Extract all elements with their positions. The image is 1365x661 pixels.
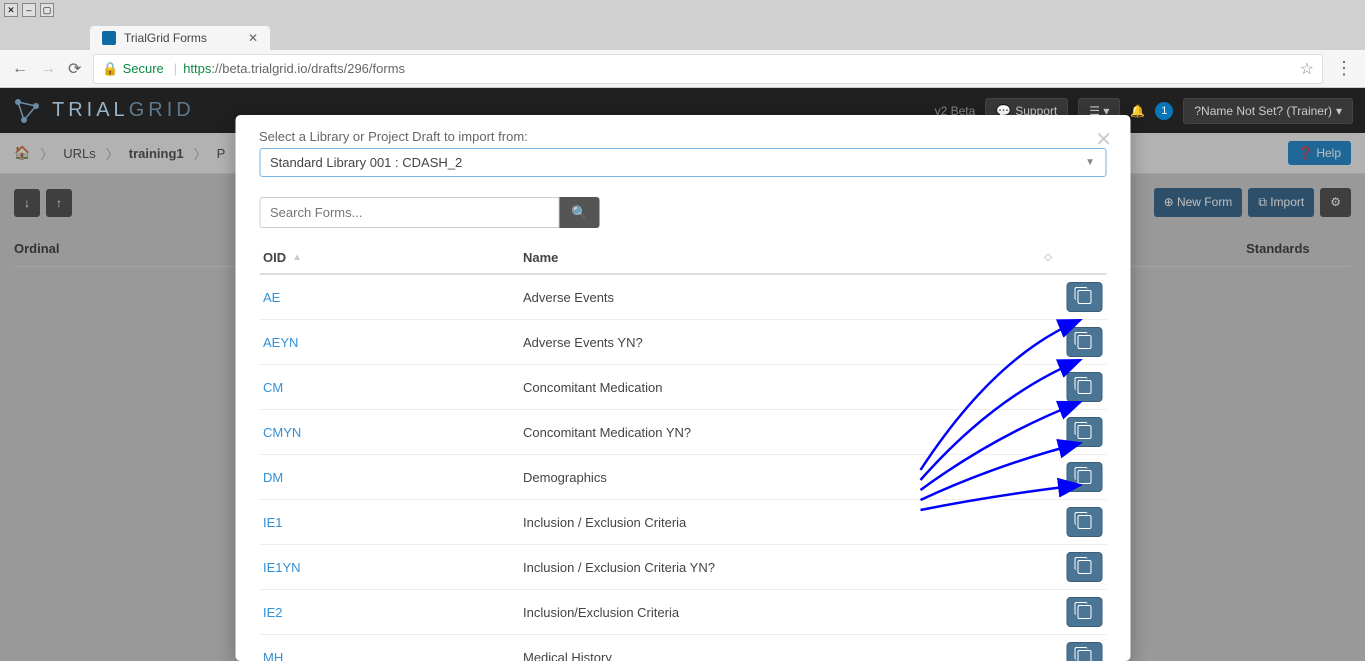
copy-form-button[interactable]	[1066, 372, 1102, 402]
copy-icon	[1077, 470, 1091, 484]
search-input[interactable]	[259, 197, 559, 228]
copy-form-button[interactable]	[1066, 282, 1102, 312]
form-oid-link[interactable]: CM	[263, 380, 283, 395]
import-modal: ✕ Select a Library or Project Draft to i…	[235, 115, 1130, 661]
copy-icon	[1077, 425, 1091, 439]
table-row: AEYN Adverse Events YN?	[259, 320, 1106, 365]
browser-tab[interactable]: TrialGrid Forms ✕	[90, 26, 270, 50]
chevron-down-icon: ▼	[1085, 157, 1095, 168]
col-name[interactable]: Name ◇	[523, 250, 1052, 265]
bell-icon[interactable]: 🔔	[1130, 104, 1145, 118]
table-row: AE Adverse Events	[259, 275, 1106, 320]
url-path: ://beta.trialgrid.io/drafts/296/forms	[211, 61, 405, 76]
form-oid-link[interactable]: AE	[263, 290, 280, 305]
table-row: IE2 Inclusion/Exclusion Criteria	[259, 590, 1106, 635]
copy-icon	[1077, 335, 1091, 349]
browser-url-bar: ← → ⟳ 🔒 Secure | https ://beta.trialgrid…	[0, 50, 1365, 88]
sort-asc-icon: ▲	[292, 252, 302, 263]
form-oid-link[interactable]: IE1YN	[263, 560, 301, 575]
reload-button[interactable]: ⟳	[68, 59, 81, 79]
tab-favicon-icon	[102, 31, 116, 45]
url-input[interactable]: 🔒 Secure | https ://beta.trialgrid.io/dr…	[93, 54, 1323, 84]
sort-icon: ◇	[1044, 252, 1052, 263]
copy-form-button[interactable]	[1066, 417, 1102, 447]
copy-icon	[1077, 560, 1091, 574]
copy-form-button[interactable]	[1066, 642, 1102, 661]
url-protocol: https	[183, 61, 211, 76]
form-name: Demographics	[523, 470, 1052, 485]
form-name: Concomitant Medication	[523, 380, 1052, 395]
form-oid-link[interactable]: IE1	[263, 515, 283, 530]
logo-text: TRIALGRID	[52, 99, 195, 122]
tab-title: TrialGrid Forms	[124, 31, 207, 45]
form-oid-link[interactable]: AEYN	[263, 335, 298, 350]
copy-form-button[interactable]	[1066, 552, 1102, 582]
window-close-icon[interactable]: ✕	[4, 3, 18, 17]
window-minimize-icon[interactable]: –	[22, 3, 36, 17]
copy-form-button[interactable]	[1066, 327, 1102, 357]
form-name: Adverse Events	[523, 290, 1052, 305]
table-row: CMYN Concomitant Medication YN?	[259, 410, 1106, 455]
form-name: Inclusion/Exclusion Criteria	[523, 605, 1052, 620]
browser-tab-bar: TrialGrid Forms ✕	[0, 20, 1365, 50]
table-row: IE1 Inclusion / Exclusion Criteria	[259, 500, 1106, 545]
forms-table: OID ▲ Name ◇ AE Adverse Events AEYN Adverse…	[259, 242, 1106, 661]
form-name: Medical History	[523, 650, 1052, 661]
lock-icon: 🔒	[102, 61, 118, 77]
copy-form-button[interactable]	[1066, 507, 1102, 537]
search-button[interactable]: 🔍	[559, 197, 600, 228]
logo[interactable]: TRIALGRID	[12, 96, 195, 126]
form-name: Inclusion / Exclusion Criteria YN?	[523, 560, 1052, 575]
bookmark-icon[interactable]: ☆	[1300, 59, 1314, 79]
library-selected: Standard Library 001 : CDASH_2	[270, 155, 462, 170]
form-name: Inclusion / Exclusion Criteria	[523, 515, 1052, 530]
copy-form-button[interactable]	[1066, 462, 1102, 492]
form-oid-link[interactable]: MH	[263, 650, 283, 661]
browser-menu-icon[interactable]: ⋮	[1335, 58, 1353, 79]
back-button[interactable]: ←	[12, 60, 28, 78]
form-oid-link[interactable]: DM	[263, 470, 283, 485]
copy-icon	[1077, 605, 1091, 619]
table-row: DM Demographics	[259, 455, 1106, 500]
copy-form-button[interactable]	[1066, 597, 1102, 627]
tab-close-icon[interactable]: ✕	[248, 31, 258, 45]
copy-icon	[1077, 650, 1091, 661]
copy-icon	[1077, 515, 1091, 529]
modal-label: Select a Library or Project Draft to imp…	[259, 129, 1106, 144]
copy-icon	[1077, 290, 1091, 304]
logo-icon	[12, 96, 42, 126]
secure-label: Secure	[123, 61, 164, 76]
close-icon[interactable]: ✕	[1095, 127, 1112, 152]
table-row: IE1YN Inclusion / Exclusion Criteria YN?	[259, 545, 1106, 590]
copy-icon	[1077, 380, 1091, 394]
form-name: Concomitant Medication YN?	[523, 425, 1052, 440]
table-row: CM Concomitant Medication	[259, 365, 1106, 410]
form-name: Adverse Events YN?	[523, 335, 1052, 350]
library-select[interactable]: Standard Library 001 : CDASH_2 ▼	[259, 148, 1106, 177]
col-oid[interactable]: OID ▲	[263, 250, 523, 265]
window-maximize-icon[interactable]: ▢	[40, 3, 54, 17]
form-oid-link[interactable]: IE2	[263, 605, 283, 620]
forward-button: →	[40, 60, 56, 78]
user-menu[interactable]: ?Name Not Set? (Trainer) ▾	[1183, 98, 1353, 124]
notification-count[interactable]: 1	[1155, 102, 1173, 120]
window-titlebar: ✕ – ▢	[0, 0, 1365, 20]
form-oid-link[interactable]: CMYN	[263, 425, 301, 440]
table-row: MH Medical History	[259, 635, 1106, 661]
